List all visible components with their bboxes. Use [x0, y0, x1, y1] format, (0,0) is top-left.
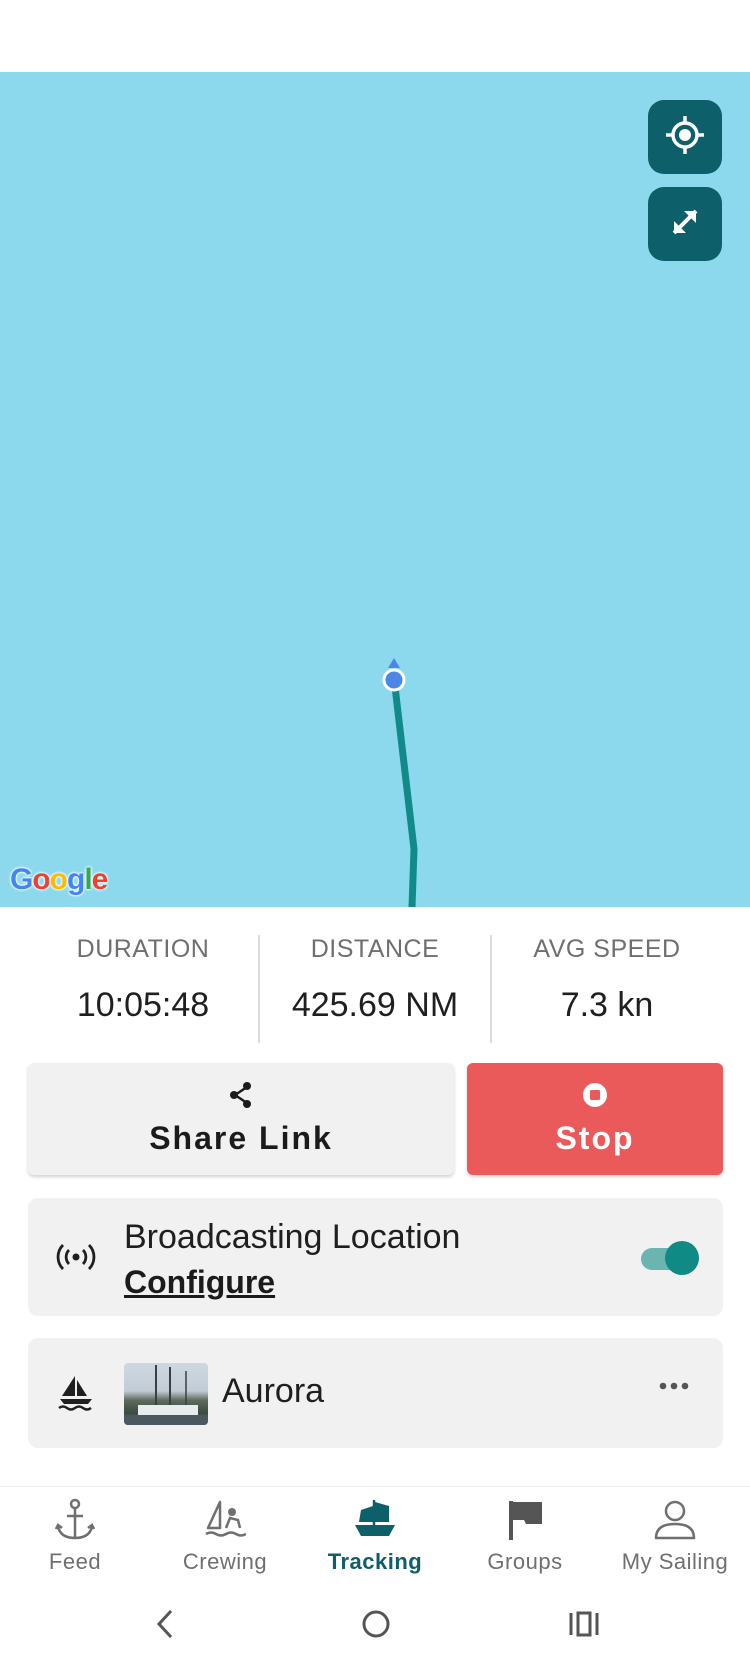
- nav-crewing-label: Crewing: [182, 1549, 268, 1574]
- duration-value: 10:05:48: [76, 986, 210, 1024]
- nav-tracking[interactable]: Tracking: [300, 1499, 450, 1575]
- google-logo: Google: [10, 863, 108, 896]
- avg-speed-value: 7.3 kn: [560, 986, 654, 1024]
- share-icon: [227, 1081, 255, 1114]
- nav-groups-label: Groups: [487, 1549, 563, 1574]
- nav-feed-label: Feed: [48, 1549, 102, 1574]
- nav-crewing[interactable]: Crewing: [150, 1499, 300, 1575]
- system-navigation-bar: [0, 1586, 750, 1667]
- stop-label: Stop: [555, 1120, 635, 1156]
- boat-name: Aurora: [222, 1372, 325, 1410]
- duration-label: DURATION: [76, 935, 210, 963]
- status-bar-area: [0, 0, 750, 72]
- nav-feed[interactable]: Feed: [0, 1498, 150, 1575]
- ship-icon: [353, 1498, 397, 1547]
- expand-arrows-icon: [665, 202, 705, 247]
- sailboat-icon: [56, 1374, 96, 1417]
- nav-my-sailing[interactable]: My Sailing: [600, 1499, 750, 1575]
- distance-label: DISTANCE: [310, 935, 440, 963]
- map-view[interactable]: Google: [0, 72, 750, 907]
- crewing-icon: [204, 1498, 247, 1547]
- broadcast-toggle[interactable]: [639, 1241, 699, 1275]
- distance-value: 425.69 NM: [291, 986, 459, 1024]
- share-link-label: Share Link: [149, 1120, 333, 1156]
- flag-icon: [504, 1498, 546, 1547]
- position-dot: [382, 668, 406, 692]
- boat-photo: [124, 1363, 208, 1425]
- bottom-navigation: Feed Crewing Tracking Groups My Sailing: [0, 1486, 750, 1587]
- nav-groups[interactable]: Groups: [450, 1499, 600, 1575]
- distance-stat: DISTANCE 425.69 NM: [260, 935, 490, 1025]
- track-line: [390, 677, 418, 907]
- track-layer: [382, 658, 418, 907]
- nav-my-sailing-label: My Sailing: [621, 1549, 729, 1574]
- locate-button[interactable]: [648, 100, 722, 174]
- trip-stats: DURATION 10:05:48 DISTANCE 425.69 NM AVG…: [0, 907, 750, 1057]
- boat-card[interactable]: Aurora: [28, 1338, 723, 1448]
- share-link-button[interactable]: Share Link: [28, 1063, 454, 1175]
- expand-map-button[interactable]: [648, 187, 722, 261]
- broadcast-location-card: Broadcasting Location Configure: [28, 1198, 723, 1316]
- avg-speed-label: AVG SPEED: [533, 935, 681, 963]
- recents-icon[interactable]: [568, 1608, 600, 1645]
- toggle-knob: [665, 1241, 699, 1275]
- crosshair-icon: [664, 114, 706, 161]
- broadcast-icon: [56, 1240, 96, 1279]
- nav-tracking-label: Tracking: [327, 1549, 423, 1574]
- home-icon[interactable]: [360, 1608, 392, 1645]
- stop-button[interactable]: Stop: [467, 1063, 723, 1175]
- heading-arrow: [388, 658, 400, 668]
- person-icon: [653, 1498, 697, 1547]
- duration-stat: DURATION 10:05:48: [28, 935, 258, 1025]
- back-icon[interactable]: [154, 1608, 176, 1645]
- stop-icon: [581, 1081, 609, 1114]
- more-horizontal-icon[interactable]: [659, 1378, 689, 1396]
- avg-speed-stat: AVG SPEED 7.3 kn: [492, 935, 722, 1025]
- broadcast-title: Broadcasting Location: [124, 1218, 461, 1256]
- configure-link[interactable]: Configure: [124, 1264, 275, 1301]
- anchor-icon: [54, 1498, 96, 1547]
